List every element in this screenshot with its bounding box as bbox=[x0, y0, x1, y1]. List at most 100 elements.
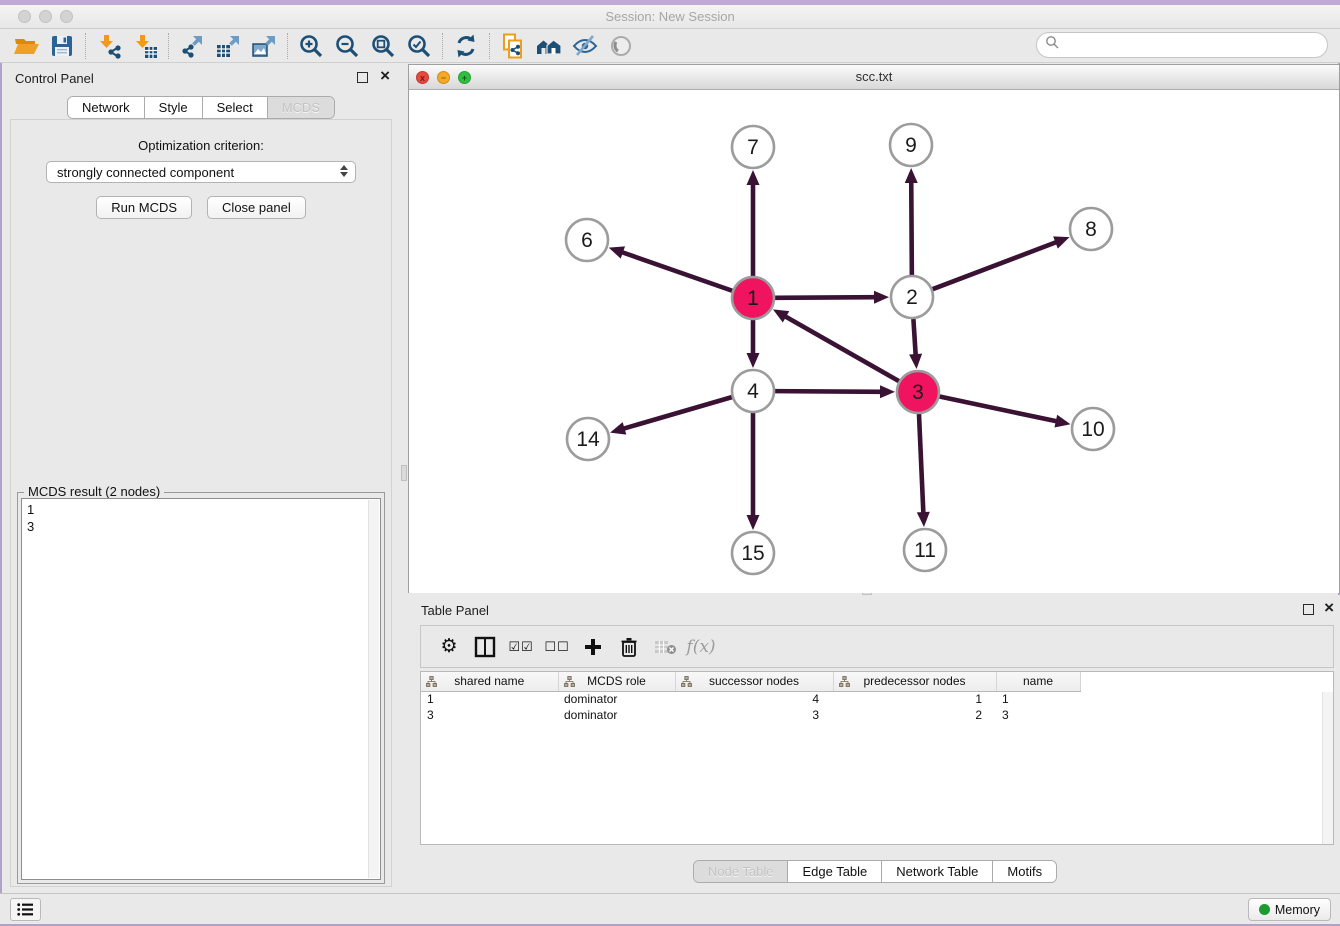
vertical-splitter[interactable] bbox=[400, 63, 408, 895]
tab-mcds[interactable]: MCDS bbox=[268, 97, 334, 118]
graph-edge-4-14[interactable] bbox=[623, 397, 732, 429]
table-cell[interactable]: 2 bbox=[833, 707, 996, 723]
first-neighbors-icon[interactable] bbox=[531, 31, 567, 61]
memory-button[interactable]: Memory bbox=[1248, 898, 1331, 921]
graph-node-label: 4 bbox=[747, 380, 759, 403]
graph-edge-3-11[interactable] bbox=[919, 414, 923, 514]
graph-edge-2-9[interactable] bbox=[911, 181, 912, 275]
table-scrollbar[interactable] bbox=[1322, 692, 1333, 844]
control-panel-title: Control Panel bbox=[15, 71, 94, 86]
graph-edge-3-1[interactable] bbox=[784, 316, 899, 381]
graph-node-label: 1 bbox=[747, 287, 759, 310]
table-cell[interactable]: 1 bbox=[833, 691, 996, 707]
zoom-selected-icon[interactable] bbox=[401, 31, 437, 61]
graph-edge-1-6[interactable] bbox=[621, 252, 732, 291]
unselect-all-icon[interactable]: ☐☐ bbox=[539, 632, 575, 662]
table-row[interactable]: 3dominator323 bbox=[421, 707, 1080, 723]
run-mcds-button[interactable]: Run MCDS bbox=[96, 196, 192, 219]
apply-function-icon[interactable]: f(x) bbox=[683, 632, 719, 662]
close-panel-icon[interactable]: × bbox=[380, 66, 390, 86]
column-header[interactable]: shared name bbox=[421, 672, 558, 691]
open-file-icon[interactable] bbox=[8, 31, 44, 61]
graph-edge-arrowhead bbox=[747, 515, 760, 530]
graph-edge-2-3[interactable] bbox=[913, 319, 915, 356]
mcds-result-text[interactable]: 1 3 bbox=[27, 501, 364, 877]
table-cell[interactable]: 1 bbox=[996, 691, 1080, 707]
tab-select[interactable]: Select bbox=[203, 97, 268, 118]
graph-edge-4-3[interactable] bbox=[775, 391, 882, 392]
network-window-titlebar[interactable]: x − + scc.txt bbox=[409, 65, 1339, 90]
application-window: Session: New Session bbox=[0, 0, 1340, 926]
graph-node-label: 3 bbox=[912, 381, 924, 404]
show-all-icon[interactable] bbox=[603, 31, 639, 61]
hide-selected-icon[interactable] bbox=[567, 31, 603, 61]
table-cell[interactable]: 3 bbox=[421, 707, 558, 723]
table-row[interactable]: 1dominator411 bbox=[421, 691, 1080, 707]
optimization-criterion-value: strongly connected component bbox=[57, 165, 234, 180]
column-header[interactable]: name bbox=[996, 672, 1080, 691]
graph-edge-arrowhead bbox=[909, 354, 922, 369]
tab-edge-table[interactable]: Edge Table bbox=[788, 861, 882, 882]
tab-network[interactable]: Network bbox=[68, 97, 145, 118]
table-cell[interactable]: dominator bbox=[558, 691, 675, 707]
select-all-icon[interactable]: ☑☑ bbox=[503, 632, 539, 662]
control-panel: Control Panel × Network Style Select MCD… bbox=[2, 63, 400, 895]
add-row-icon[interactable] bbox=[575, 632, 611, 662]
window-title: Session: New Session bbox=[0, 9, 1340, 24]
delete-rows-icon[interactable] bbox=[611, 632, 647, 662]
column-header[interactable]: successor nodes bbox=[675, 672, 833, 691]
graph-edge-arrowhead bbox=[1053, 236, 1069, 248]
table-cell[interactable]: 3 bbox=[996, 707, 1080, 723]
graph-edge-arrowhead bbox=[747, 170, 760, 185]
export-image-icon[interactable] bbox=[246, 31, 282, 61]
save-session-icon[interactable] bbox=[44, 31, 80, 61]
close-panel-button[interactable]: Close panel bbox=[207, 196, 306, 219]
zoom-fit-icon[interactable] bbox=[365, 31, 401, 61]
float-table-panel-icon[interactable] bbox=[1303, 604, 1314, 615]
mcds-result-scrollbar[interactable] bbox=[368, 500, 379, 878]
zoom-out-icon[interactable] bbox=[329, 31, 365, 61]
table-cell[interactable]: 4 bbox=[675, 691, 833, 707]
graph-edge-1-2[interactable] bbox=[775, 297, 876, 298]
search-box bbox=[1036, 32, 1328, 58]
graph-node-label: 9 bbox=[905, 134, 917, 157]
close-table-panel-icon[interactable]: × bbox=[1324, 598, 1334, 618]
graph-edge-2-8[interactable] bbox=[933, 242, 1058, 289]
table-panel: Table Panel × ⚙ ☑☑ ☐☐ f(x) shared na bbox=[408, 595, 1340, 893]
tab-network-table[interactable]: Network Table bbox=[882, 861, 993, 882]
import-table-icon[interactable] bbox=[127, 31, 163, 61]
table-cell[interactable]: 1 bbox=[421, 691, 558, 707]
graph-edge-3-10[interactable] bbox=[940, 397, 1058, 422]
delete-table-icon[interactable] bbox=[647, 632, 683, 662]
network-view-window: x − + scc.txt 7968124314101511 bbox=[408, 64, 1340, 593]
export-network-icon[interactable] bbox=[174, 31, 210, 61]
column-group-icon bbox=[681, 676, 692, 690]
table-settings-icon[interactable]: ⚙ bbox=[431, 632, 467, 662]
tab-node-table[interactable]: Node Table bbox=[694, 861, 789, 882]
column-header[interactable]: predecessor nodes bbox=[833, 672, 996, 691]
clone-network-icon[interactable] bbox=[495, 31, 531, 61]
graph-node-label: 10 bbox=[1081, 418, 1104, 441]
float-panel-icon[interactable] bbox=[357, 72, 368, 83]
node-table-grid: shared nameMCDS rolesuccessor nodesprede… bbox=[421, 672, 1081, 723]
import-network-icon[interactable] bbox=[91, 31, 127, 61]
zoom-in-icon[interactable] bbox=[293, 31, 329, 61]
mcds-result-title: MCDS result (2 nodes) bbox=[24, 484, 164, 499]
search-input[interactable] bbox=[1060, 38, 1327, 53]
apply-layout-icon[interactable] bbox=[448, 31, 484, 61]
optimization-criterion-select[interactable]: strongly connected component bbox=[46, 161, 356, 183]
graph-edge-arrowhead bbox=[1054, 415, 1070, 428]
table-cell[interactable]: dominator bbox=[558, 707, 675, 723]
task-history-button[interactable] bbox=[10, 898, 41, 921]
mcds-tab-content: Optimization criterion: strongly connect… bbox=[10, 119, 392, 887]
export-table-icon[interactable] bbox=[210, 31, 246, 61]
network-graph[interactable]: 7968124314101511 bbox=[409, 90, 1339, 593]
graph-edge-arrowhead bbox=[610, 422, 626, 434]
column-header[interactable]: MCDS role bbox=[558, 672, 675, 691]
table-cell[interactable]: 3 bbox=[675, 707, 833, 723]
tab-style[interactable]: Style bbox=[145, 97, 203, 118]
tab-motifs[interactable]: Motifs bbox=[993, 861, 1056, 882]
list-icon bbox=[17, 903, 34, 916]
graph-edge-arrowhead bbox=[917, 512, 930, 527]
show-columns-icon[interactable] bbox=[467, 632, 503, 662]
